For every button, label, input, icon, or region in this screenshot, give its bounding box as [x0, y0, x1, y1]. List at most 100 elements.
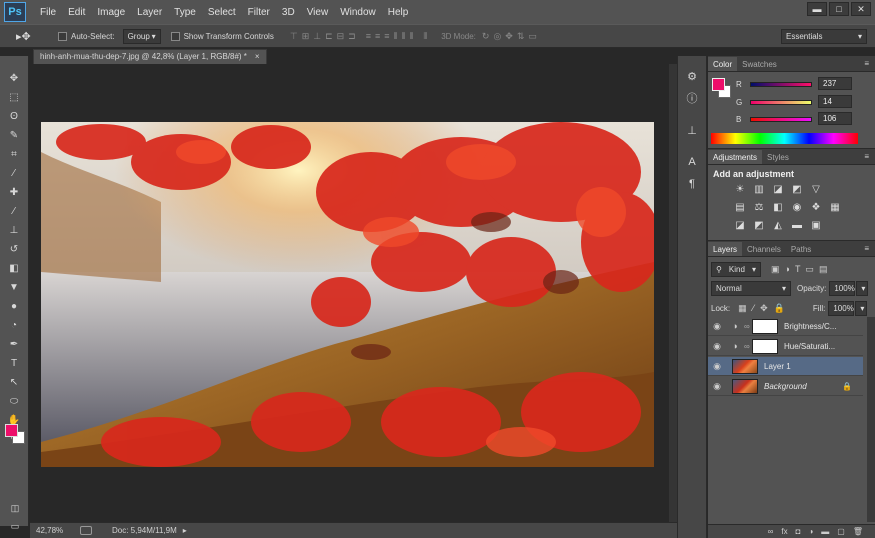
close-button[interactable]: ✕ — [851, 2, 871, 16]
fill-dropdown[interactable]: ▾ — [855, 301, 868, 316]
blur-tool-icon[interactable]: ● — [4, 298, 24, 314]
minimize-button[interactable]: ▬ — [807, 2, 827, 16]
vibrance-icon[interactable]: ▽ — [809, 183, 823, 196]
tab-paths[interactable]: Paths — [786, 242, 816, 256]
layer-thumbnail[interactable] — [732, 358, 758, 374]
menu-filter[interactable]: Filter — [242, 7, 276, 18]
distribute-top-icon[interactable]: ≡ — [366, 31, 371, 42]
filter-type-icons[interactable]: ▣◑T▭▤ — [771, 264, 832, 275]
workspace-dropdown[interactable]: Essentials ▾ — [781, 29, 867, 44]
layer-mask-thumbnail[interactable] — [752, 318, 778, 334]
eye-icon[interactable]: ◉ — [708, 321, 726, 332]
tab-layers[interactable]: Layers — [708, 242, 743, 256]
tab-channels[interactable]: Channels — [742, 242, 786, 256]
selective-color-icon[interactable]: ▣ — [809, 219, 823, 232]
tab-styles[interactable]: Styles — [762, 150, 794, 164]
gradient-map-icon[interactable]: ▬ — [790, 219, 804, 232]
pan-3d-icon[interactable]: ✥ — [505, 31, 513, 42]
type-tool-icon[interactable]: T — [4, 355, 24, 371]
channel-mixer-icon[interactable]: ❖ — [809, 201, 823, 214]
distribute-right-icon[interactable]: ⦀ — [409, 31, 413, 42]
color-lookup-icon[interactable]: ▦ — [828, 201, 842, 214]
layer-row-layer-1[interactable]: ◉ Layer 1 — [708, 357, 863, 376]
color-fg-swatch[interactable] — [712, 78, 725, 91]
document-tab[interactable]: hinh-anh-mua-thu-dep-7.jpg @ 42,8% (Laye… — [33, 49, 267, 64]
auto-align-icon[interactable]: ⫴ — [423, 31, 427, 42]
invert-icon[interactable]: ◪ — [733, 219, 747, 232]
align-right-icon[interactable]: ⊐ — [348, 31, 356, 42]
dodge-tool-icon[interactable]: ◔ — [4, 317, 24, 333]
posterize-icon[interactable]: ◩ — [752, 219, 766, 232]
distribute-left-icon[interactable]: ⦀ — [394, 31, 398, 42]
distribute-bottom-icon[interactable]: ≡ — [384, 31, 389, 42]
roll-3d-icon[interactable]: ◎ — [493, 31, 501, 42]
menu-layer[interactable]: Layer — [131, 7, 168, 18]
auto-select-checkbox[interactable] — [58, 31, 67, 41]
auto-select-option[interactable]: Auto-Select: — [58, 31, 115, 41]
layer-row-hue-saturation[interactable]: ◉ ◑ ∞ Hue/Saturati... — [708, 337, 863, 356]
character-icon[interactable]: A — [683, 154, 701, 170]
align-vcenter-icon[interactable]: ⊞ — [302, 31, 310, 42]
layer-name[interactable]: Hue/Saturati... — [784, 342, 835, 351]
menu-window[interactable]: Window — [334, 7, 382, 18]
clone-stamp-tool-icon[interactable]: ⊥ — [4, 222, 24, 238]
canvas-image[interactable] — [41, 122, 654, 467]
exposure-icon[interactable]: ◩ — [790, 183, 804, 196]
pen-tool-icon[interactable]: ✒ — [4, 336, 24, 352]
tab-adjustments[interactable]: Adjustments — [708, 150, 763, 164]
paragraph-icon[interactable]: ¶ — [683, 176, 701, 192]
layer-name[interactable]: Layer 1 — [764, 362, 791, 371]
move-tool-icon[interactable]: ▸✥ — [16, 30, 40, 43]
menu-edit[interactable]: Edit — [62, 7, 91, 18]
tab-color[interactable]: Color — [708, 57, 738, 71]
paragraph-styles-icon[interactable]: ⊥ — [683, 122, 701, 138]
paint-bucket-tool-icon[interactable]: ▼ — [4, 279, 24, 295]
layer-mask-thumbnail[interactable] — [752, 338, 778, 354]
black-white-icon[interactable]: ◧ — [771, 201, 785, 214]
link-layers-icon[interactable]: ∞ — [768, 527, 774, 536]
eye-icon[interactable]: ◉ — [708, 381, 726, 392]
threshold-icon[interactable]: ◭ — [771, 219, 785, 232]
screen-mode-icon[interactable]: ▭ — [5, 518, 25, 534]
eye-icon[interactable]: ◉ — [708, 341, 726, 352]
move-tool-icon[interactable]: ✥ — [4, 70, 24, 86]
layer-name[interactable]: Background — [764, 382, 842, 391]
brush-tool-icon[interactable]: ⁄ — [4, 203, 24, 219]
path-select-tool-icon[interactable]: ↖ — [4, 374, 24, 390]
opacity-dropdown[interactable]: ▾ — [856, 281, 869, 296]
layer-thumbnail[interactable] — [732, 378, 758, 394]
new-layer-icon[interactable]: ▢ — [837, 527, 845, 536]
photo-filter-icon[interactable]: ◉ — [790, 201, 804, 214]
lock-icons[interactable]: ▦⁄✥🔒 — [738, 303, 791, 314]
transform-controls-option[interactable]: Show Transform Controls — [170, 31, 274, 41]
menu-image[interactable]: Image — [91, 7, 131, 18]
foreground-color-swatch[interactable] — [5, 424, 18, 437]
distribute-hcenter-icon[interactable]: ⦀ — [401, 31, 405, 42]
marquee-tool-icon[interactable]: ⬚ — [4, 89, 24, 105]
menu-type[interactable]: Type — [168, 7, 202, 18]
blend-mode-dropdown[interactable]: Normal ▾ — [711, 281, 791, 296]
curves-icon[interactable]: ◪ — [771, 183, 785, 196]
panel-menu-icon[interactable]: ≡ — [864, 59, 869, 68]
align-left-icon[interactable]: ⊏ — [325, 31, 333, 42]
color-spectrum[interactable] — [711, 133, 858, 144]
auto-select-dropdown[interactable]: Group ▾ — [122, 28, 161, 44]
menu-select[interactable]: Select — [202, 7, 242, 18]
lasso-tool-icon[interactable]: ʘ — [4, 108, 24, 124]
green-value-field[interactable]: 14 — [818, 95, 852, 108]
add-mask-icon[interactable]: ◘ — [796, 527, 801, 536]
red-value-field[interactable]: 237 — [818, 77, 852, 90]
align-bottom-icon[interactable]: ⊥ — [313, 31, 321, 42]
trash-icon[interactable]: 🗑 — [853, 527, 863, 536]
history-brush-tool-icon[interactable]: ↺ — [4, 241, 24, 257]
eraser-tool-icon[interactable]: ◧ — [4, 260, 24, 276]
new-group-icon[interactable]: ▬ — [821, 527, 829, 536]
rotate-3d-icon[interactable]: ↻ — [482, 31, 490, 42]
align-top-icon[interactable]: ⊤ — [290, 31, 298, 42]
healing-brush-tool-icon[interactable]: ✚ — [4, 184, 24, 200]
shape-tool-icon[interactable]: ⬭ — [4, 393, 24, 409]
transform-controls-checkbox[interactable] — [170, 31, 180, 41]
green-slider[interactable] — [750, 99, 812, 105]
distribute-vcenter-icon[interactable]: ≡ — [375, 31, 380, 42]
menu-3d[interactable]: 3D — [276, 7, 301, 18]
